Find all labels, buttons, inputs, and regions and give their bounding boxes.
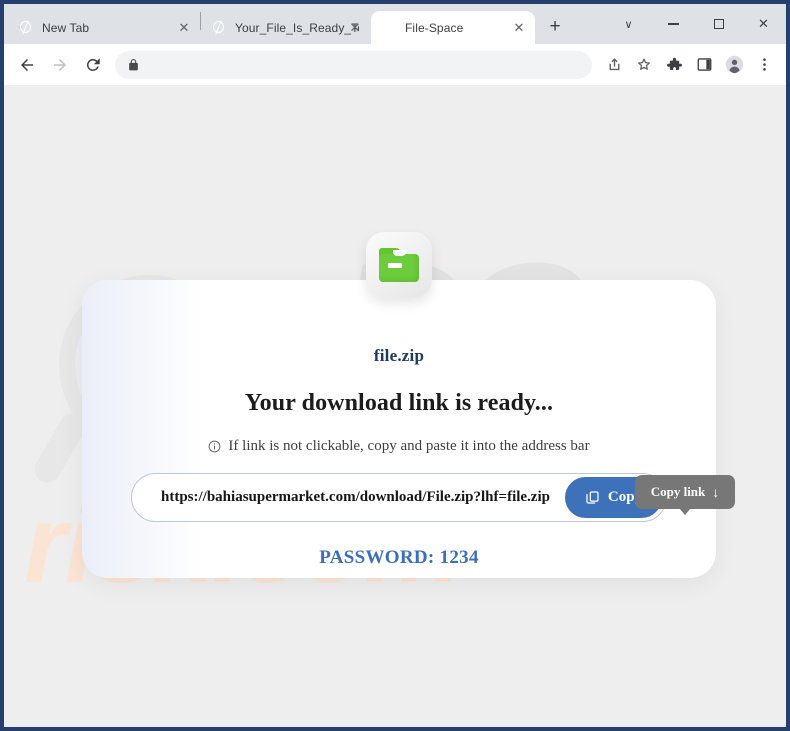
tab-title: File-Space bbox=[405, 20, 464, 35]
globe-icon bbox=[211, 20, 227, 36]
page-viewport: PC risk.com bbox=[4, 85, 786, 727]
forward-button[interactable] bbox=[45, 50, 75, 80]
minimize-button[interactable] bbox=[651, 4, 696, 44]
globe-icon bbox=[18, 20, 34, 36]
reload-icon bbox=[86, 57, 100, 71]
download-card: file.zip Your download link is ready... … bbox=[82, 232, 735, 578]
star-icon bbox=[638, 58, 650, 70]
green-folder-icon bbox=[379, 248, 419, 282]
zip-file-icon bbox=[366, 232, 432, 298]
info-icon bbox=[209, 440, 221, 453]
download-link-field[interactable]: https://bahiasupermarket.com/download/Fi… bbox=[131, 473, 667, 522]
profile-button[interactable] bbox=[720, 51, 748, 79]
tab-search-icon[interactable]: ∨ bbox=[606, 4, 651, 44]
forward-arrow-icon bbox=[54, 58, 66, 71]
side-panel-button[interactable] bbox=[690, 51, 718, 79]
new-tab-button[interactable]: + bbox=[541, 13, 569, 41]
copy-icon bbox=[586, 491, 599, 504]
bookmark-button[interactable] bbox=[630, 51, 658, 79]
tab-new-tab[interactable]: New Tab ✕ bbox=[8, 11, 200, 44]
close-icon[interactable]: ✕ bbox=[511, 20, 527, 36]
tab-file-space[interactable]: File-Space ✕ bbox=[371, 11, 535, 44]
back-arrow-icon bbox=[21, 58, 33, 71]
hint-text: If link is not clickable, copy and paste… bbox=[228, 438, 590, 454]
password-label: PASSWORD: 1234 bbox=[319, 547, 479, 568]
back-button[interactable] bbox=[12, 50, 42, 80]
profile-avatar-icon bbox=[725, 55, 743, 74]
extensions-button[interactable] bbox=[660, 51, 688, 79]
arrow-down-icon: ↓ bbox=[712, 484, 720, 500]
copy-link-tooltip: Copy link ↓ bbox=[635, 475, 735, 515]
side-panel-icon bbox=[697, 58, 711, 71]
file-name-label: file.zip bbox=[373, 346, 425, 365]
share-button[interactable] bbox=[600, 51, 628, 79]
tab-your-file-is-ready[interactable]: Your_File_Is_Ready_To_Downl ✕ bbox=[201, 11, 371, 44]
hint-row: If link is not clickable, copy and paste… bbox=[208, 438, 590, 455]
browser-menu-button[interactable] bbox=[750, 51, 778, 79]
reload-button[interactable] bbox=[78, 50, 108, 80]
page-title: Your download link is ready... bbox=[244, 390, 554, 416]
three-dot-menu-icon bbox=[762, 58, 766, 71]
browser-window: New Tab ✕ Your_File_Is_Ready_To_Downl ✕ … bbox=[4, 4, 786, 727]
tab-title: Your_File_Is_Ready_To_Downl bbox=[235, 20, 359, 35]
lock-icon bbox=[129, 58, 138, 70]
tab-title: New Tab bbox=[42, 20, 90, 35]
close-icon[interactable]: ✕ bbox=[347, 20, 363, 36]
tooltip-label: Copy link bbox=[650, 484, 706, 499]
tab-strip: New Tab ✕ Your_File_Is_Ready_To_Downl ✕ … bbox=[4, 4, 786, 44]
download-url-text: https://bahiasupermarket.com/download/Fi… bbox=[161, 489, 550, 505]
close-icon[interactable]: ✕ bbox=[176, 20, 192, 36]
maximize-button[interactable] bbox=[696, 4, 741, 44]
window-controls: ∨ ✕ bbox=[606, 4, 786, 44]
browser-toolbar bbox=[4, 44, 786, 85]
share-icon bbox=[609, 58, 619, 71]
address-bar[interactable] bbox=[115, 50, 592, 79]
puzzle-icon bbox=[666, 57, 682, 70]
globe-icon bbox=[381, 20, 397, 36]
close-window-button[interactable]: ✕ bbox=[741, 4, 786, 44]
